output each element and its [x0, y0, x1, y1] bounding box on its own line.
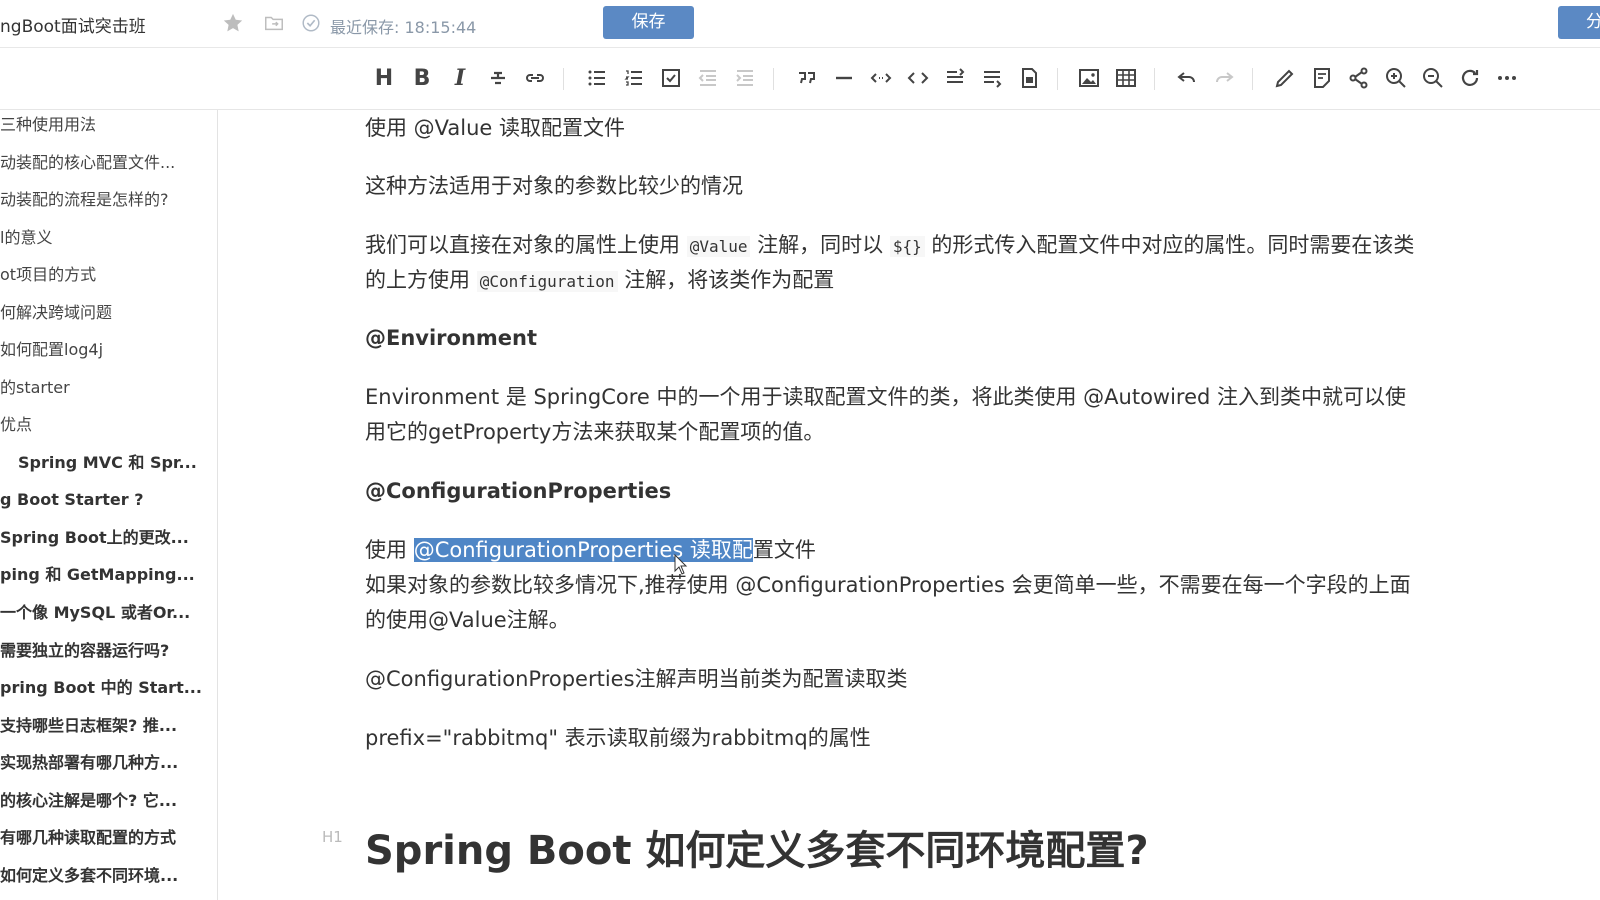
- strikethrough-icon[interactable]: [484, 64, 512, 92]
- redo-icon[interactable]: [1210, 64, 1238, 92]
- title-bar: ngBoot面试突击班 最近保存: 18:15:44 保存 分: [0, 0, 1600, 48]
- zoom-out-icon[interactable]: [1419, 64, 1447, 92]
- outline-item[interactable]: 支持哪些日志框架? 推...: [0, 711, 210, 741]
- outline-item[interactable]: 的starter: [0, 373, 210, 403]
- bold-icon[interactable]: B: [408, 64, 436, 92]
- outline-item[interactable]: Spring MVC 和 Spr...: [0, 448, 210, 478]
- quote-icon[interactable]: [793, 64, 821, 92]
- outline-item[interactable]: 实现热部署有哪几种方...: [0, 748, 210, 778]
- save-button[interactable]: 保存: [603, 6, 694, 39]
- outline-item[interactable]: g Boot Starter ?: [0, 485, 210, 515]
- inline-code-icon[interactable]: [867, 64, 895, 92]
- mouse-cursor-icon: [674, 553, 688, 576]
- text-span: 注解，同时以: [750, 233, 890, 257]
- paragraph: 如果对象的参数比较多情况下,推荐使用 @ConfigurationPropert…: [365, 573, 1411, 597]
- share-nodes-icon[interactable]: [1345, 64, 1373, 92]
- editor-content[interactable]: 使用 @Value 读取配置文件 这种方法适用于对象的参数比较少的情况 我们可以…: [219, 110, 1600, 900]
- outline-item[interactable]: 如何配置log4j: [0, 335, 210, 365]
- more-icon[interactable]: [1493, 64, 1521, 92]
- horizontal-rule-icon[interactable]: [830, 64, 858, 92]
- toolbar-divider: [1154, 68, 1155, 90]
- outline-item[interactable]: 需要独立的容器运行吗?: [0, 636, 210, 666]
- pencil-icon[interactable]: [1271, 64, 1299, 92]
- toolbar-divider: [563, 68, 564, 90]
- outline-item[interactable]: 如何定义多套不同环境...: [0, 861, 210, 891]
- inline-code: ${}: [889, 236, 925, 257]
- outline-item[interactable]: ping 和 GetMapping...: [0, 560, 210, 590]
- inline-code: @Configuration: [476, 271, 618, 292]
- paragraph: 的使用@Value注解。: [365, 608, 570, 632]
- outline-item[interactable]: l的意义: [0, 223, 210, 253]
- paragraph: 用它的getProperty方法来获取某个配置项的值。: [365, 420, 825, 444]
- outline-item[interactable]: 优点: [0, 410, 210, 440]
- outline-item[interactable]: pring Boot 中的 Start...: [0, 673, 210, 703]
- star-icon[interactable]: [222, 12, 244, 34]
- zoom-in-icon[interactable]: [1382, 64, 1410, 92]
- text-span: 使用: [365, 538, 414, 562]
- paragraph: 使用 @Value 读取配置文件: [365, 116, 626, 140]
- text-span: 注解，将该类作为配置: [617, 268, 835, 292]
- toolbar-divider: [1252, 68, 1253, 90]
- section-heading: @Environment: [365, 326, 538, 350]
- outline-item[interactable]: 的核心注解是哪个? 它...: [0, 786, 210, 816]
- export-icon[interactable]: [1015, 64, 1043, 92]
- outline-item[interactable]: Spring Boot上的更改...: [0, 523, 210, 553]
- last-saved-status: 最近保存: 18:15:44: [330, 18, 477, 37]
- paragraph: 这种方法适用于对象的参数比较少的情况: [365, 174, 743, 198]
- indent-decrease-icon[interactable]: [694, 64, 722, 92]
- folder-move-icon[interactable]: [263, 12, 285, 34]
- inline-code: @Value: [686, 236, 751, 257]
- text-span: 置文件: [752, 538, 816, 562]
- image-icon[interactable]: [1075, 64, 1103, 92]
- paragraph: 使用 @ConfigurationProperties 读取配置文件: [365, 532, 1585, 568]
- text-span: 的形式传入配置文件中对应的属性。同时需要在该类: [924, 233, 1415, 257]
- outline-sidebar: 三种使用用法 动装配的核心配置文件... 动装配的流程是怎样的? l的意义 ot…: [0, 110, 218, 900]
- refresh-icon[interactable]: [1456, 64, 1484, 92]
- note-icon[interactable]: [1308, 64, 1336, 92]
- task-list-icon[interactable]: [657, 64, 685, 92]
- text-span: 我们可以直接在对象的属性上使用: [365, 233, 687, 257]
- section-heading: @ConfigurationProperties: [365, 479, 672, 503]
- paragraph: prefix="rabbitmq" 表示读取前缀为rabbitmq的属性: [365, 726, 871, 750]
- italic-icon[interactable]: I: [446, 64, 474, 92]
- outline-item[interactable]: 三种使用用法: [0, 110, 210, 140]
- text-span: 的上方使用: [365, 268, 477, 292]
- check-circle-icon: [300, 12, 322, 34]
- insert-after-icon[interactable]: [978, 64, 1006, 92]
- link-icon[interactable]: [521, 64, 549, 92]
- outline-item[interactable]: 有哪几种读取配置的方式: [0, 823, 210, 853]
- document-title: ngBoot面试突击班: [0, 17, 146, 37]
- paragraph: Environment 是 SpringCore 中的一个用于读取配置文件的类，…: [365, 385, 1407, 409]
- undo-icon[interactable]: [1173, 64, 1201, 92]
- toolbar-divider: [1057, 68, 1058, 90]
- selected-text: @ConfigurationProperties 读取配: [413, 538, 753, 562]
- page-heading: Spring Boot 如何定义多套不同环境配置?: [365, 828, 1149, 874]
- numbered-list-icon[interactable]: [620, 64, 648, 92]
- toolbar-divider: [773, 68, 774, 90]
- share-button[interactable]: 分: [1558, 6, 1600, 39]
- outline-item[interactable]: 动装配的流程是怎样的?: [0, 185, 210, 215]
- editor-toolbar: H B I: [0, 48, 1600, 110]
- outline-item[interactable]: 何解决跨域问题: [0, 298, 210, 328]
- indent-increase-icon[interactable]: [731, 64, 759, 92]
- insert-before-icon[interactable]: [941, 64, 969, 92]
- heading-level-label: H1: [322, 828, 343, 846]
- heading-icon[interactable]: H: [370, 64, 398, 92]
- code-block-icon[interactable]: [904, 64, 932, 92]
- outline-item[interactable]: ot项目的方式: [0, 260, 210, 290]
- paragraph: 的上方使用 @Configuration 注解，将该类作为配置: [365, 262, 1585, 300]
- outline-item[interactable]: 一个像 MySQL 或者Or...: [0, 598, 210, 628]
- paragraph: 我们可以直接在对象的属性上使用 @Value 注解，同时以 ${} 的形式传入配…: [365, 227, 1585, 265]
- paragraph: @ConfigurationProperties注解声明当前类为配置读取类: [365, 667, 908, 691]
- table-icon[interactable]: [1112, 64, 1140, 92]
- bullet-list-icon[interactable]: [583, 64, 611, 92]
- outline-item[interactable]: 动装配的核心配置文件...: [0, 148, 210, 178]
